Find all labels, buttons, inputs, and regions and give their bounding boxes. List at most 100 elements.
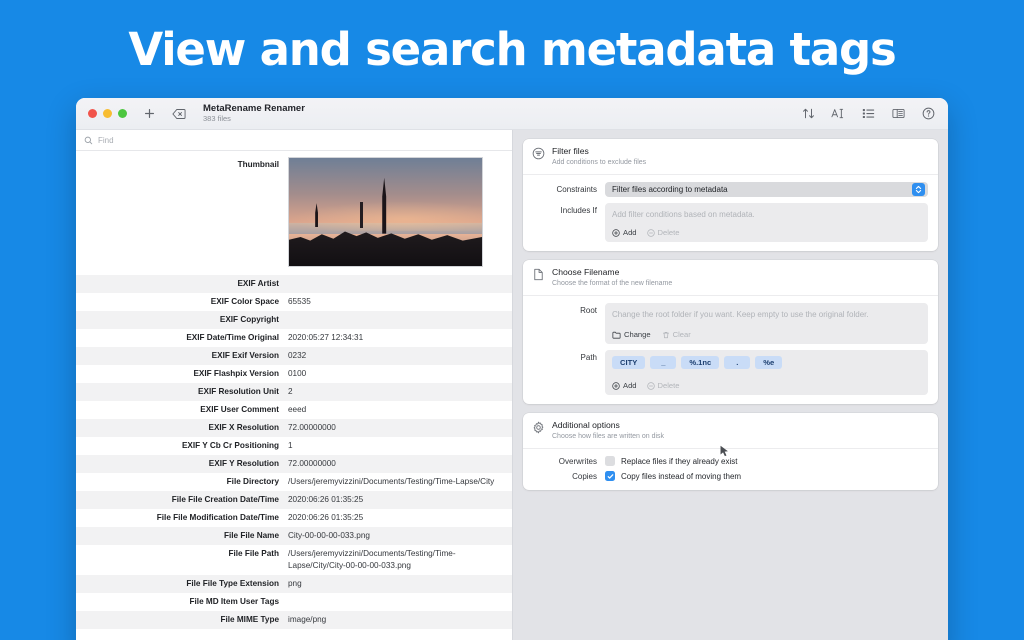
thumbnail-cell <box>288 157 512 267</box>
help-icon[interactable] <box>920 106 936 122</box>
overwrites-checkbox[interactable] <box>605 456 615 466</box>
search-icon <box>84 136 93 145</box>
metadata-key: EXIF User Comment <box>76 404 288 416</box>
search-bar[interactable] <box>76 130 512 151</box>
zoom-window-button[interactable] <box>118 109 127 118</box>
table-row[interactable]: EXIF User Commenteeed <box>76 401 512 419</box>
filter-delete-label: Delete <box>658 228 680 237</box>
table-row[interactable]: EXIF Artist <box>76 275 512 293</box>
path-token-row[interactable]: CITY _ %.1nc. %e <box>612 356 921 369</box>
metadata-key: File File Name <box>76 530 288 542</box>
options-card-header: Additional options Choose how files are … <box>523 413 938 449</box>
overwrites-label: Overwrites <box>533 457 605 466</box>
table-row[interactable]: File File Type Extensionpng <box>76 575 512 593</box>
table-view-icon[interactable] <box>890 106 906 122</box>
table-row[interactable]: EXIF Resolution Unit2 <box>76 383 512 401</box>
root-clear-button[interactable]: Clear <box>662 330 691 339</box>
metadata-value: image/png <box>288 614 512 626</box>
minus-circle-icon <box>647 382 655 390</box>
clear-delete-icon[interactable] <box>171 106 187 122</box>
table-row[interactable]: File MIME Typeimage/png <box>76 611 512 629</box>
plus-circle-icon <box>612 229 620 237</box>
thumbnail-image <box>288 157 483 267</box>
includes-if-field: Includes If Add filter conditions based … <box>533 203 928 242</box>
table-row[interactable]: EXIF Y Resolution72.00000000 <box>76 455 512 473</box>
text-cursor-icon[interactable] <box>830 106 846 122</box>
folder-icon <box>612 331 621 339</box>
plus-icon[interactable] <box>141 106 157 122</box>
root-change-button[interactable]: Change <box>612 330 651 339</box>
path-token[interactable]: CITY <box>612 356 645 369</box>
metadata-value: /Users/jeremyvizzini/Documents/Testing/T… <box>288 476 512 488</box>
metadata-key: File MD Item User Tags <box>76 596 288 608</box>
path-token-editor[interactable]: CITY _ %.1nc. %e Add <box>605 350 928 395</box>
metadata-key: File File Path <box>76 548 288 560</box>
plus-circle-icon <box>612 382 620 390</box>
metadata-value: /Users/jeremyvizzini/Documents/Testing/T… <box>288 548 512 572</box>
metadata-value: City-00-00-00-033.png <box>288 530 512 542</box>
minimize-window-button[interactable] <box>103 109 112 118</box>
search-input[interactable] <box>98 136 298 145</box>
path-token[interactable]: %.1nc <box>681 356 719 369</box>
root-field: Root Change the root folder if you want.… <box>533 303 928 344</box>
path-field: Path CITY_%.1nc.%e Add <box>533 350 928 395</box>
copies-row: Copies Copy files instead of moving them <box>533 471 928 481</box>
filter-delete-button[interactable]: Delete <box>647 228 680 237</box>
table-row[interactable]: File File Modification Date/Time2020:06:… <box>76 509 512 527</box>
table-row[interactable]: EXIF Date/Time Original2020:05:27 12:34:… <box>76 329 512 347</box>
overwrites-row: Overwrites Replace files if they already… <box>533 456 928 466</box>
path-token[interactable]: _ <box>650 356 676 369</box>
copies-checkbox[interactable] <box>605 471 615 481</box>
metadata-key: EXIF Flashpix Version <box>76 368 288 380</box>
copies-text: Copy files instead of moving them <box>621 472 741 481</box>
table-row[interactable]: EXIF Color Space65535 <box>76 293 512 311</box>
metadata-key: File File Type Extension <box>76 578 288 590</box>
root-input[interactable]: Change the root folder if you want. Keep… <box>605 303 928 327</box>
table-row[interactable]: EXIF Flashpix Version0100 <box>76 365 512 383</box>
metadata-key: EXIF Y Resolution <box>76 458 288 470</box>
metadata-value: eeed <box>288 404 512 416</box>
file-count: 383 files <box>203 115 305 123</box>
table-row[interactable]: EXIF X Resolution72.00000000 <box>76 419 512 437</box>
constraints-select[interactable]: Filter files according to metadata <box>605 182 928 197</box>
metadata-thumbnail-row[interactable]: Thumbnail <box>76 151 512 275</box>
sort-arrows-icon[interactable] <box>800 106 816 122</box>
additional-options-card: Additional options Choose how files are … <box>523 413 938 490</box>
table-row[interactable]: EXIF Copyright <box>76 311 512 329</box>
path-add-button[interactable]: Add <box>612 381 637 390</box>
table-row[interactable]: File File Path/Users/jeremyvizzini/Docum… <box>76 545 512 575</box>
table-row[interactable]: File Directory/Users/jeremyvizzini/Docum… <box>76 473 512 491</box>
metadata-key: EXIF Resolution Unit <box>76 386 288 398</box>
close-window-button[interactable] <box>88 109 97 118</box>
filter-card-header: Filter files Add conditions to exclude f… <box>523 139 938 175</box>
path-delete-button[interactable]: Delete <box>647 381 680 390</box>
root-label: Root <box>533 303 605 318</box>
metadata-key: EXIF Copyright <box>76 314 288 326</box>
filter-card-body: Constraints Filter files according to me… <box>523 175 938 251</box>
chevron-updown-icon[interactable] <box>912 183 925 196</box>
path-token[interactable]: %e <box>755 356 782 369</box>
list-view-icon[interactable] <box>860 106 876 122</box>
filter-add-button[interactable]: Add <box>612 228 637 237</box>
table-row[interactable]: EXIF Y Cb Cr Positioning1 <box>76 437 512 455</box>
metadata-value: 2020:05:27 12:34:31 <box>288 332 512 344</box>
includes-if-dropzone[interactable]: Add filter conditions based on metadata.… <box>605 203 928 242</box>
path-delete-label: Delete <box>658 381 680 390</box>
metadata-value: png <box>288 578 512 590</box>
metadata-value: 2020:06:26 01:35:25 <box>288 494 512 506</box>
filter-add-label: Add <box>623 228 637 237</box>
metadata-pane: ThumbnailEXIF ArtistEXIF Color Space6553… <box>76 130 513 640</box>
table-row[interactable]: File MD Item User Tags <box>76 593 512 611</box>
window-title-block: MetaRename Renamer 383 files <box>203 104 305 123</box>
table-row[interactable]: File File Creation Date/Time2020:06:26 0… <box>76 491 512 509</box>
metadata-value: 2020:06:26 01:35:25 <box>288 512 512 524</box>
metadata-value: 1 <box>288 440 512 452</box>
path-token[interactable]: . <box>724 356 750 369</box>
app-window: MetaRename Renamer 383 files <box>76 98 948 640</box>
table-row[interactable]: File File NameCity-00-00-00-033.png <box>76 527 512 545</box>
metadata-value: 2 <box>288 386 512 398</box>
choose-filename-card: Choose Filename Choose the format of the… <box>523 260 938 404</box>
table-row[interactable]: EXIF Exif Version0232 <box>76 347 512 365</box>
filter-card-title: Filter files <box>552 146 646 157</box>
metadata-table[interactable]: ThumbnailEXIF ArtistEXIF Color Space6553… <box>76 151 512 640</box>
